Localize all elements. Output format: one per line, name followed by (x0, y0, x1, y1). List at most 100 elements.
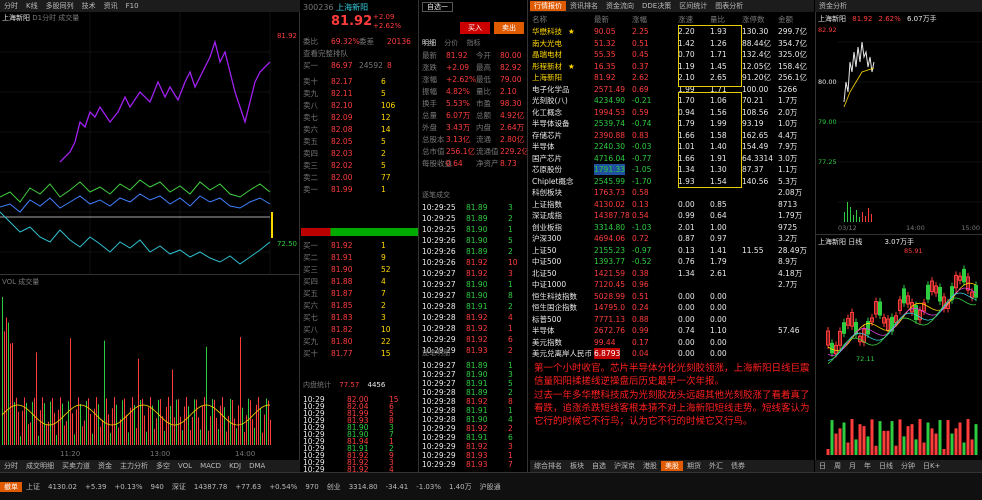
kline-chart[interactable]: 上海新阳 日线 3.07万手 85.91 72.11 (815, 234, 982, 460)
status-left-button[interactable]: 撤单 (0, 481, 22, 492)
volume-chart[interactable]: VOL 成交量 11:20 13:00 14:00 (0, 274, 300, 460)
rbtab-0[interactable]: 日 (815, 461, 830, 471)
rbtab-3[interactable]: 年 (860, 461, 875, 471)
rtab-3[interactable]: DDE决策 (638, 1, 675, 11)
tick-list-2[interactable]: 10:29:27 81.89 1 10:29:27 81.90 3 10:29:27 81.9… (420, 360, 527, 472)
mtab-8[interactable]: 债券 (727, 461, 749, 471)
lbtab-1[interactable]: 成交明细 (22, 461, 58, 471)
mtab-1[interactable]: 板块 (566, 461, 588, 471)
tick-list[interactable]: 10:29:25 81.89 3 10:29:25 81.89 2 10:29:25 81.9… (420, 202, 527, 355)
table-row[interactable]: 北证50 1421.59 0.38 1.34 2.61 4.18万 (530, 268, 814, 279)
sector-header-6[interactable]: 涨停数 (742, 14, 765, 25)
lbtab-2[interactable]: 买卖力道 (58, 461, 94, 471)
rtab-6[interactable]: 资金分析 (815, 1, 851, 11)
order-level[interactable]: 卖七 82.09 12 (301, 112, 418, 123)
mtab-4[interactable]: 港股 (639, 461, 661, 471)
table-row[interactable]: 标普500 7771.13 0.88 0.00 0.00 (530, 314, 814, 325)
table-row[interactable]: 华懋科技 ★ 90.05 2.25 2.20 1.93 130.30 299.7亿 (530, 26, 814, 37)
mini-intraday-chart[interactable]: 上海新阳 81.92 2.62% 6.07万手 82.92 80.00 79.0… (815, 12, 982, 234)
tab-mingxi[interactable]: 明细 (422, 39, 436, 47)
mtab-6[interactable]: 期货 (683, 461, 705, 471)
tab-left-5[interactable]: F10 (122, 2, 143, 10)
rtab-4[interactable]: 区间统计 (675, 1, 711, 11)
sector-header-2[interactable]: 最新 (594, 14, 609, 25)
sector-header-4[interactable]: 涨速 (678, 14, 693, 25)
sector-header-7[interactable]: 金额 (778, 14, 793, 25)
order-level[interactable]: 买八 81.82 10 (301, 324, 418, 335)
order-level[interactable]: 卖一 81.99 1 (301, 184, 418, 195)
tab-left-0[interactable]: 分时 (0, 1, 22, 11)
order-level[interactable]: 卖八 82.10 106 (301, 100, 418, 111)
mtab-0[interactable]: 综合排名 (530, 461, 566, 471)
mtab-5[interactable]: 美股 (661, 461, 683, 471)
tab-zhibiao[interactable]: 指标 (466, 39, 480, 47)
rtab-2[interactable]: 资金流向 (602, 1, 638, 11)
table-row[interactable]: 半导体 2672.76 0.99 0.74 1.10 57.46 (530, 325, 814, 336)
table-row[interactable]: 美元指数 99.44 0.17 0.00 0.00 (530, 337, 814, 348)
order-level[interactable]: 卖五 82.05 5 (301, 136, 418, 147)
table-row[interactable]: 电子化学品 2571.49 0.69 1.99 1.71 100.00 5266 (530, 84, 814, 95)
table-row[interactable]: 中证1000 7120.45 0.96 2.7万 (530, 279, 814, 290)
lbtab-0[interactable]: 分时 (0, 461, 22, 471)
table-row[interactable]: 存储芯片 2390.88 0.83 1.66 1.58 162.65 4.4万 (530, 130, 814, 141)
rtab-5[interactable]: 图表分析 (711, 1, 747, 11)
table-row[interactable]: 化工概念 1994.53 0.59 0.94 1.56 108.56 2.0万 (530, 107, 814, 118)
tab-left-1[interactable]: K线 (22, 1, 42, 11)
lbtab-5[interactable]: 多空 (152, 461, 174, 471)
tab-left-3[interactable]: 技术 (78, 1, 100, 11)
rtab-0[interactable]: 行情报价 (530, 1, 566, 11)
status-idx-1-name[interactable]: 深证 (168, 482, 190, 492)
mtab-7[interactable]: 外汇 (705, 461, 727, 471)
table-row[interactable]: 沪深300 4694.06 0.72 0.87 0.97 3.2万 (530, 233, 814, 244)
sell-button[interactable]: 卖出 (494, 22, 524, 34)
table-row[interactable]: 彤程新材 ★ 16.35 0.37 1.19 1.45 12.05亿 158.4亿 (530, 61, 814, 72)
order-level[interactable]: 卖六 82.08 14 (301, 124, 418, 135)
lbtab-8[interactable]: KDJ (225, 462, 245, 470)
order-level[interactable]: 买七 81.83 3 (301, 312, 418, 323)
side-cell[interactable]: 查看完整排队 (303, 48, 348, 59)
mtab-3[interactable]: 沪深京 (610, 461, 639, 471)
table-row[interactable]: 上证指数 4130.02 0.13 0.00 0.85 8713 (530, 199, 814, 210)
mtab-2[interactable]: 自选 (588, 461, 610, 471)
rbtab-6[interactable]: 日K+ (919, 461, 944, 471)
status-idx-2-name[interactable]: 创业 (323, 482, 345, 492)
lbtab-6[interactable]: VOL (174, 462, 196, 470)
table-row[interactable]: 中证500 1393.77 -0.52 0.76 1.79 8.9万 (530, 256, 814, 267)
order-level[interactable]: 买六 81.85 2 (301, 300, 418, 311)
lbtab-7[interactable]: MACD (196, 462, 225, 470)
table-row[interactable]: 国产芯片 4716.04 -0.77 1.66 1.91 64.3314 3.0万 (530, 153, 814, 164)
quote-name[interactable]: 上海新阳 (336, 3, 368, 12)
table-row[interactable]: 科创板块 1763.73 0.58 2.08万 (530, 187, 814, 198)
table-row[interactable]: 美元兑离岸人民币 6.8793 0.04 0.00 0.00 (530, 348, 814, 359)
order-level[interactable]: 买十 81.77 15 (301, 348, 418, 359)
sector-header-0[interactable]: 名称 (532, 14, 547, 25)
order-level[interactable]: 买一 81.92 1 (301, 240, 418, 251)
table-row[interactable]: 恒生国企指数 14795.0 0.24 0.00 0.00 (530, 302, 814, 313)
order-level[interactable]: 买四 81.88 4 (301, 276, 418, 287)
table-row[interactable]: 深证成指 14387.78 0.54 0.99 0.64 1.79万 (530, 210, 814, 221)
select-dropdown[interactable]: 自选一 (422, 2, 453, 12)
table-row[interactable]: 半导体设备 2539.74 -0.74 1.79 1.99 93.19 1.0万 (530, 118, 814, 129)
table-row[interactable]: 南大光电 51.32 0.51 1.42 1.26 88.44亿 354.7亿 (530, 38, 814, 49)
order-level[interactable]: 买二 81.91 9 (301, 252, 418, 263)
table-row[interactable]: 晶瑞电材 55.35 0.45 0.70 1.71 132.4亿 325.0亿 (530, 49, 814, 60)
rtab-1[interactable]: 资讯排名 (566, 1, 602, 11)
order-level[interactable]: 买九 81.80 22 (301, 336, 418, 347)
lbtab-9[interactable]: DMA (245, 462, 269, 470)
sector-header-3[interactable]: 涨幅 (632, 14, 647, 25)
rbtab-2[interactable]: 月 (845, 461, 860, 471)
table-row[interactable]: 上海新阳 81.92 2.62 2.10 2.65 91.20亿 256.1亿 (530, 72, 814, 83)
order-level[interactable]: 卖三 82.02 5 (301, 160, 418, 171)
order-level[interactable]: 卖二 82.00 77 (301, 172, 418, 183)
sector-header-5[interactable]: 量比 (710, 14, 725, 25)
order-level[interactable]: 卖九 82.11 5 (301, 88, 418, 99)
status-right-text[interactable]: 沪股通 (476, 482, 505, 492)
table-row[interactable]: 半导体 2240.30 -0.03 1.01 1.40 154.49 7.9万 (530, 141, 814, 152)
table-row[interactable]: 创业板指 3314.80 -1.03 2.01 1.00 9725 (530, 222, 814, 233)
rbtab-5[interactable]: 分钟 (897, 461, 919, 471)
tab-left-4[interactable]: 资讯 (100, 1, 122, 11)
rbtab-1[interactable]: 周 (830, 461, 845, 471)
order-level[interactable]: 买三 81.90 52 (301, 264, 418, 275)
table-row[interactable]: Chiplet概念 2545.99 -1.70 1.93 1.54 140.56 5.3万 (530, 176, 814, 187)
table-row[interactable]: 芯原股份 1791.33 -1.05 1.34 1.30 87.37 1.1万 (530, 164, 814, 175)
